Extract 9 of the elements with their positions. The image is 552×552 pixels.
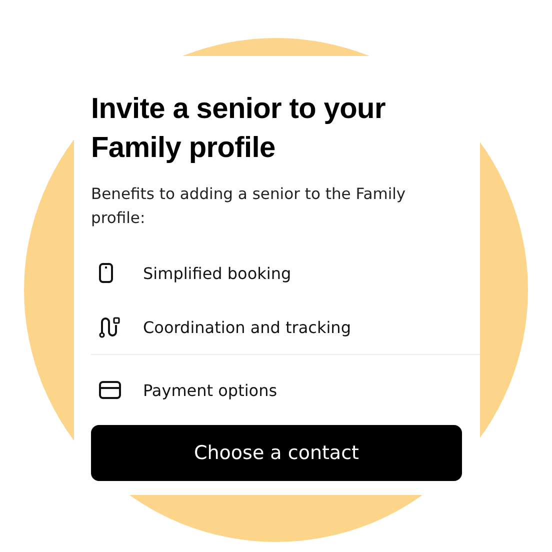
benefit-label: Coordination and tracking (143, 318, 351, 336)
choose-contact-button[interactable]: Choose a contact (91, 425, 462, 481)
phone-icon (99, 263, 113, 283)
card-subtitle: Benefits to adding a senior to the Family profile: (91, 184, 407, 229)
credit-card-icon (99, 381, 121, 399)
route-icon (99, 316, 121, 338)
benefit-label: Simplified booking (143, 264, 292, 282)
benefit-label: Payment options (143, 380, 278, 400)
card-title: Invite a senior to your Family profile (91, 92, 386, 166)
